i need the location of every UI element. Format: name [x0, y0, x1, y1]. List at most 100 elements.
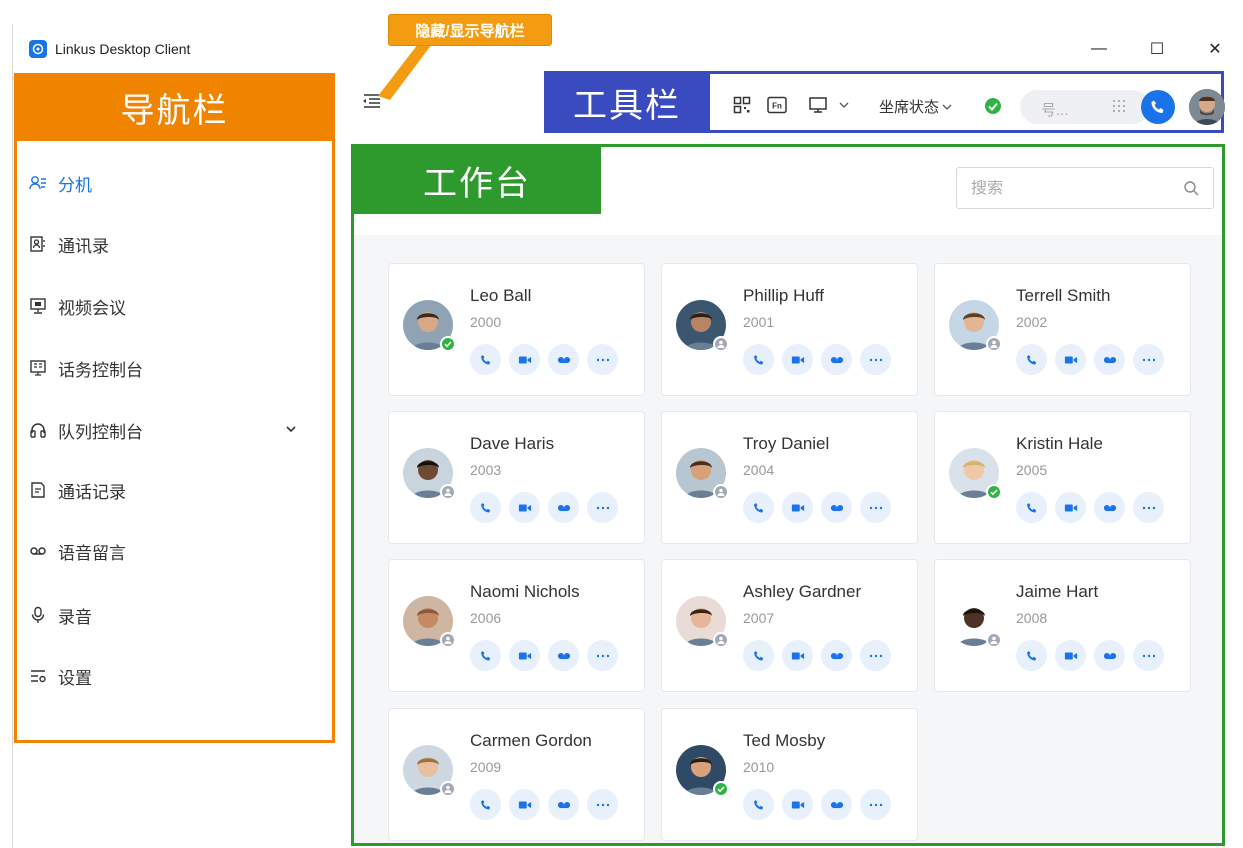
- audio-call-button[interactable]: [1016, 492, 1047, 523]
- presence-status-badge[interactable]: [984, 97, 1002, 115]
- more-options-button[interactable]: [587, 640, 618, 671]
- dialpad-button[interactable]: [1112, 99, 1126, 113]
- search-icon[interactable]: [1183, 180, 1199, 196]
- phone-icon: [1026, 650, 1036, 660]
- call-button[interactable]: [1141, 90, 1175, 124]
- operator-console-icon: [28, 358, 48, 378]
- voicemail-button[interactable]: [821, 344, 852, 375]
- sidebar-item-queue-console[interactable]: 队列控制台: [28, 418, 298, 442]
- contact-card[interactable]: Ted Mosby 2010: [661, 708, 918, 841]
- contact-card[interactable]: Ashley Gardner 2007: [661, 559, 918, 692]
- app-logo-icon: [29, 40, 47, 58]
- video-call-button[interactable]: [1055, 492, 1086, 523]
- search-box[interactable]: [956, 167, 1214, 209]
- video-call-button[interactable]: [509, 344, 540, 375]
- audio-call-button[interactable]: [743, 789, 774, 820]
- audio-call-button[interactable]: [1016, 344, 1047, 375]
- voicemail-button[interactable]: [1094, 492, 1125, 523]
- video-call-button[interactable]: [782, 789, 813, 820]
- video-camera-icon: [791, 356, 804, 363]
- video-camera-icon: [791, 504, 804, 511]
- voicemail-button[interactable]: [1094, 640, 1125, 671]
- audio-call-button[interactable]: [743, 344, 774, 375]
- audio-call-button[interactable]: [470, 344, 501, 375]
- voicemail-button[interactable]: [821, 640, 852, 671]
- more-options-button[interactable]: [587, 344, 618, 375]
- sidebar-item-call-logs[interactable]: 通话记录: [28, 478, 298, 502]
- video-call-button[interactable]: [782, 344, 813, 375]
- voicemail-button[interactable]: [548, 640, 579, 671]
- more-options-button[interactable]: [860, 640, 891, 671]
- contact-card[interactable]: Jaime Hart 2008: [934, 559, 1191, 692]
- close-button[interactable]: ✕: [1186, 32, 1243, 66]
- device-select-button[interactable]: [808, 96, 850, 114]
- more-options-button[interactable]: [1133, 640, 1164, 671]
- more-options-button[interactable]: [860, 344, 891, 375]
- phone-icon: [480, 650, 490, 660]
- video-call-button[interactable]: [1055, 344, 1086, 375]
- contact-card[interactable]: Carmen Gordon 2009: [388, 708, 645, 841]
- qr-code-button[interactable]: [733, 96, 751, 114]
- sidebar-item-recordings[interactable]: 录音: [28, 603, 298, 627]
- svg-text:Fn: Fn: [772, 102, 782, 111]
- audio-call-button[interactable]: [743, 640, 774, 671]
- sidebar-item-settings[interactable]: 设置: [28, 664, 298, 688]
- video-call-button[interactable]: [509, 640, 540, 671]
- contact-card[interactable]: Dave Haris 2003: [388, 411, 645, 544]
- contact-name: Jaime Hart: [1016, 582, 1099, 601]
- video-call-button[interactable]: [782, 492, 813, 523]
- contact-name: Carmen Gordon: [470, 731, 592, 750]
- video-call-button[interactable]: [782, 640, 813, 671]
- dial-input[interactable]: [1020, 90, 1150, 124]
- contact-card[interactable]: Leo Ball 2000: [388, 263, 645, 396]
- more-options-button[interactable]: [587, 789, 618, 820]
- voicemail-button[interactable]: [821, 789, 852, 820]
- user-avatar[interactable]: [1189, 89, 1225, 125]
- sidebar-item-operator-console[interactable]: 话务控制台: [28, 356, 298, 380]
- more-options-button[interactable]: [587, 492, 618, 523]
- phone-icon: [1026, 354, 1036, 364]
- more-options-button[interactable]: [1133, 344, 1164, 375]
- audio-call-button[interactable]: [1016, 640, 1047, 671]
- voicemail-button[interactable]: [821, 492, 852, 523]
- chevron-down-icon: [839, 102, 849, 108]
- voicemail-button[interactable]: [548, 789, 579, 820]
- contact-extension: 2003: [470, 462, 502, 478]
- contact-card[interactable]: Kristin Hale 2005: [934, 411, 1191, 544]
- chevron-down-icon: [942, 104, 952, 110]
- phone-icon: [753, 354, 763, 364]
- contact-name: Leo Ball: [470, 286, 532, 305]
- contact-card[interactable]: Phillip Huff 2001: [661, 263, 918, 396]
- audio-call-button[interactable]: [470, 789, 501, 820]
- sidebar-item-voicemail[interactable]: 语音留言: [28, 539, 298, 563]
- sidebar-item-video-conference[interactable]: 视频会议: [28, 294, 298, 318]
- voicemail-button[interactable]: [1094, 344, 1125, 375]
- contact-card[interactable]: Terrell Smith 2002: [934, 263, 1191, 396]
- maximize-button[interactable]: ☐: [1128, 32, 1186, 66]
- video-call-button[interactable]: [509, 492, 540, 523]
- more-options-button[interactable]: [860, 492, 891, 523]
- video-call-button[interactable]: [509, 789, 540, 820]
- search-input[interactable]: [971, 180, 1171, 198]
- contact-card[interactable]: Naomi Nichols 2006: [388, 559, 645, 692]
- video-camera-icon: [791, 801, 804, 808]
- video-call-button[interactable]: [1055, 640, 1086, 671]
- voicemail-button[interactable]: [548, 344, 579, 375]
- minimize-button[interactable]: —: [1070, 32, 1128, 66]
- chevron-down-icon[interactable]: [284, 421, 298, 441]
- audio-call-button[interactable]: [470, 492, 501, 523]
- contact-card[interactable]: Troy Daniel 2004: [661, 411, 918, 544]
- audio-call-button[interactable]: [470, 640, 501, 671]
- more-options-button[interactable]: [1133, 492, 1164, 523]
- sidebar-item-extensions[interactable]: 分机: [28, 171, 298, 195]
- function-keys-button[interactable]: Fn: [767, 96, 787, 114]
- video-camera-icon: [1064, 652, 1077, 659]
- sidebar-item-contacts[interactable]: 通讯录: [28, 232, 298, 256]
- agent-status-dropdown[interactable]: 坐席状态: [879, 96, 953, 117]
- more-options-button[interactable]: [860, 789, 891, 820]
- voicemail-button[interactable]: [548, 492, 579, 523]
- toolbar-annotation-label: 工具栏: [544, 71, 710, 133]
- audio-call-button[interactable]: [743, 492, 774, 523]
- call-log-icon: [28, 480, 48, 500]
- sidebar-item-label: 分机: [58, 175, 92, 195]
